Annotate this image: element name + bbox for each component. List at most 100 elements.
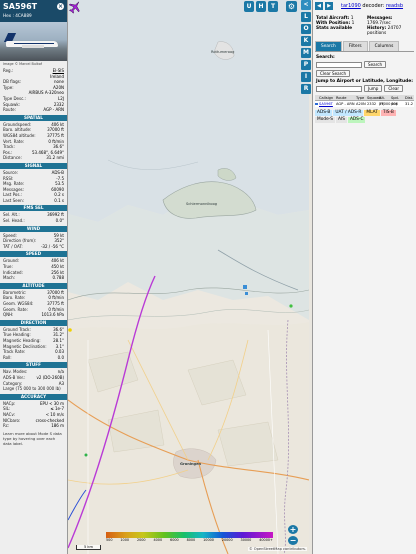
table-cell: AGP - ARN <box>336 102 355 106</box>
table-row[interactable]: SA596T AGP - ARN A20N 2332 37000 406 31.2 <box>315 101 414 107</box>
info-key: Last Seen: <box>3 197 24 203</box>
map-option-button-m[interactable]: M <box>301 48 311 58</box>
table-cell: 31.2 <box>405 102 414 106</box>
table-cell: 2332 <box>367 102 377 106</box>
column-header[interactable]: Squawk <box>367 95 381 100</box>
brand-link[interactable]: tar1090 <box>341 3 361 9</box>
info-value: 31.2 nmi <box>46 155 64 161</box>
section-header: DIRECTION <box>0 319 67 326</box>
panel-footer-note: Learn more about Mode S data type by hov… <box>3 430 62 446</box>
info-value: 186 m <box>51 423 64 429</box>
info-row: QNH: 1013.6 hPa <box>0 312 67 318</box>
source-legend-item: TIS-B <box>380 110 396 116</box>
app-brand: tar1090 decoder: readsb <box>341 3 403 9</box>
map-canvas[interactable] <box>68 0 309 554</box>
table-cell[interactable]: SA596T <box>319 101 336 107</box>
panel-tabs: Search Filters Columns <box>315 41 414 52</box>
toggle-t-button[interactable]: T <box>268 1 278 12</box>
aircraft-hex: Hex : 4CA889 <box>3 13 64 18</box>
info-key: Route: <box>3 107 16 113</box>
info-key: Reg.: <box>3 68 14 73</box>
info-value: 0.788 <box>52 275 64 281</box>
map-option-button-i[interactable]: I <box>301 72 311 82</box>
column-header[interactable]: Callsign <box>319 95 336 100</box>
aircraft-info-panel: SA596T Hex : 4CA889 × Image © Marcel Bul… <box>0 0 68 554</box>
info-key: Rc: <box>3 423 10 429</box>
jump-input[interactable] <box>316 85 362 92</box>
gear-icon[interactable]: ⚙ <box>286 1 297 12</box>
map-option-strip: < L O K M P I R <box>300 0 312 125</box>
section-header: FMS SEL <box>0 205 67 212</box>
info-row: TAT / OAT: -32 / -56 °C <box>0 244 67 250</box>
stats-available-link[interactable]: Stats available <box>316 26 352 31</box>
aircraft-header: SA596T Hex : 4CA889 × <box>0 0 67 22</box>
panel-top-bar: ◀ ▶ tar1090 decoder: readsb <box>313 0 416 12</box>
map-option-button-p[interactable]: P <box>301 60 311 70</box>
jump-button[interactable]: Jump <box>364 85 383 92</box>
stats-left: Total Aircraft: 1 With Position: 1 Stats… <box>316 16 354 36</box>
altitude-label: 6000 <box>170 538 179 542</box>
source-legend: ADS-B UAT / ADS-R MLAT TIS-B Mode-S AIS ADS-C <box>315 110 414 123</box>
section-header: ACCURACY <box>0 393 67 400</box>
aircraft-marker-icon[interactable] <box>68 0 82 14</box>
map-option-button-o[interactable]: O <box>301 24 311 34</box>
map-view[interactable]: Rottumeroog Schiermonnikoog Groningen U … <box>68 0 309 554</box>
section-header: SIGNAL <box>0 162 67 169</box>
aircraft-list-panel: ◀ ▶ tar1090 decoder: readsb Total Aircra… <box>312 0 416 554</box>
tab-columns[interactable]: Columns <box>368 41 400 51</box>
map-scale: 5 km <box>76 545 101 550</box>
search-button[interactable]: Search <box>364 61 387 68</box>
column-header[interactable]: Spd. (kt) <box>391 95 405 106</box>
info-key: Sel. Head.: <box>3 218 25 224</box>
altitude-legend-labels: 500 1000 2000 4000 6000 8000 10000 20000 30000 40… <box>106 538 273 542</box>
receiver-stats: Total Aircraft: 1 With Position: 1 Stats… <box>313 12 416 36</box>
stats-right: Messages: 1769.7/sec History: 24707 posi… <box>367 16 413 36</box>
info-key: Roll: <box>3 354 12 360</box>
table-cell: A20N <box>356 102 366 106</box>
collapse-right-icon[interactable]: ▶ <box>325 2 333 10</box>
tab-search[interactable]: Search <box>315 41 342 51</box>
info-key: Mach: <box>3 275 15 281</box>
collapse-left-icon[interactable]: ◀ <box>315 2 323 10</box>
app-root: SA596T Hex : 4CA889 × Image © Marcel Bul… <box>0 0 416 554</box>
info-key: Large (75 000 to 300 000 lb) <box>3 386 61 392</box>
map-option-button-collapse[interactable]: < <box>301 0 311 10</box>
hex-label: Hex : <box>3 13 14 18</box>
info-value: -32 / -56 °C <box>40 243 64 249</box>
info-key: TAT / OAT: <box>3 243 23 249</box>
clear-search-button[interactable]: Clear Search <box>316 70 351 77</box>
close-icon[interactable]: × <box>57 3 64 10</box>
column-header[interactable]: Route <box>336 95 356 100</box>
search-input[interactable] <box>316 61 362 68</box>
map-option-button-l[interactable]: L <box>301 12 311 22</box>
altitude-label: 2000 <box>136 538 146 542</box>
map-attribution[interactable]: © OpenStreetMap contributors. <box>248 547 307 551</box>
zoom-out-button[interactable]: − <box>288 536 298 545</box>
map-label-island: Rottumeroog <box>211 50 235 54</box>
column-header[interactable]: Type <box>356 95 367 100</box>
altitude-label: 20000 <box>221 538 233 542</box>
table-cell: 37000 <box>379 102 391 106</box>
aircraft-photo[interactable] <box>0 22 67 61</box>
altitude-label: 40000+ <box>259 538 273 542</box>
info-row: Distance: 31.2 nmi <box>0 155 67 161</box>
search-label: Search: <box>316 55 335 60</box>
jump-label: Jump to Airport or Latitude, Longitude: <box>316 79 413 84</box>
toggle-h-button[interactable]: H <box>256 1 266 12</box>
decoder-status-link[interactable]: readsb <box>386 3 403 9</box>
zoom-controls: + − <box>288 525 299 547</box>
photo-credit: Image © Marcel Bulkof <box>3 62 42 66</box>
map-option-button-k[interactable]: K <box>301 36 311 46</box>
column-header[interactable]: Alt. (ft) <box>379 95 391 106</box>
map-option-button-r[interactable]: R <box>301 84 311 94</box>
tab-filters[interactable]: Filters <box>342 41 368 51</box>
table-body: SA596T AGP - ARN A20N 2332 37000 406 31.2 <box>315 101 414 107</box>
toggle-u-button[interactable]: U <box>244 1 254 12</box>
clear-jump-button[interactable]: Clear <box>384 85 404 92</box>
search-section: Search: Search Clear Search Jump to Airp… <box>313 52 416 92</box>
info-key: Type: <box>3 84 14 90</box>
section-header: ALTITUDE <box>0 282 67 289</box>
info-row: Route: AGP - ARN <box>0 107 67 113</box>
zoom-in-button[interactable]: + <box>288 525 298 534</box>
column-header[interactable]: Dist. <box>405 95 413 100</box>
